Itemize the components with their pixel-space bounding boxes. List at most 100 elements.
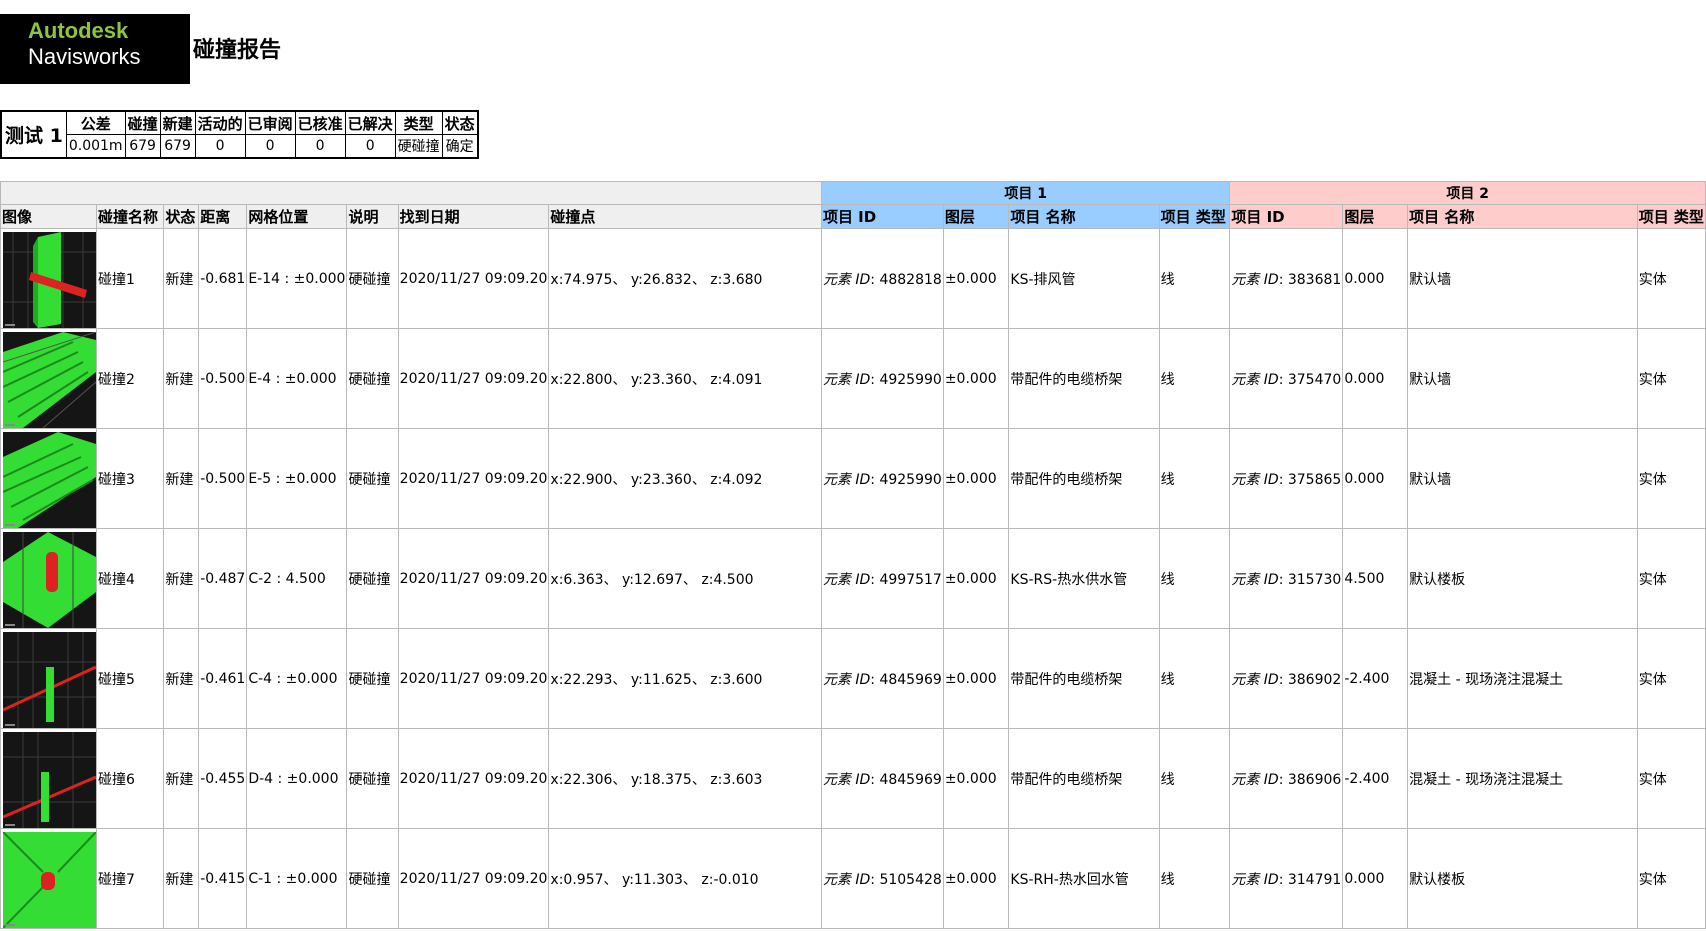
- item2-name: 默认楼板: [1407, 528, 1638, 629]
- item2-layer: 4.500: [1342, 528, 1409, 629]
- element-id-label: 元素 ID: [822, 671, 871, 688]
- item2-name: 默认墙: [1407, 228, 1638, 329]
- item2-id: 元素 ID: 375470: [1229, 328, 1344, 429]
- item1-id: 元素 ID: 4925990: [820, 428, 944, 529]
- element-id-value: : 383681: [1278, 271, 1342, 288]
- clash-grid-location: D-4 : ±0.000: [246, 728, 348, 829]
- item2-layer: 0.000: [1342, 228, 1409, 329]
- col-header-date-found: 找到日期: [397, 204, 550, 229]
- clash-distance: -0.487: [198, 528, 248, 629]
- clash-row: 碰撞2 新建 -0.500 E-4 : ±0.000 硬碰撞 2020/11/27 09:…: [0, 328, 1706, 429]
- item1-layer: ±0.000: [942, 428, 1010, 529]
- item2-name: 混凝土 - 现场浇注混凝土: [1407, 728, 1638, 829]
- item2-layer: 0.000: [1342, 828, 1409, 929]
- item1-type: 线: [1158, 328, 1231, 429]
- clash-thumbnail-image: [3, 631, 96, 728]
- item1-id: 元素 ID: 5105428: [820, 828, 944, 929]
- autodesk-navisworks-logo: Autodesk Navisworks: [0, 14, 190, 84]
- col-header-item2-name: 项目 名称: [1407, 204, 1638, 229]
- summary-value-new: 679: [159, 134, 196, 159]
- item2-type: 实体: [1636, 228, 1706, 329]
- element-id-value: : 5105428: [870, 871, 942, 888]
- item2-layer: -2.400: [1342, 728, 1409, 829]
- col-header-item2-id: 项目 ID: [1229, 204, 1344, 229]
- col-header-clash-point: 碰撞点: [548, 204, 822, 229]
- clash-image: [0, 428, 97, 529]
- clash-date-found: 2020/11/27 09:09.20: [397, 628, 550, 729]
- summary-value-active: 0: [194, 134, 246, 159]
- item2-id: 元素 ID: 383681: [1229, 228, 1344, 329]
- element-id-label: 元素 ID: [822, 371, 871, 388]
- item1-layer: ±0.000: [942, 228, 1010, 329]
- clash-thumbnail-image: [3, 731, 96, 828]
- clash-date-found: 2020/11/27 09:09.20: [397, 728, 550, 829]
- clash-point: x:22.900、 y:23.360、 z:4.092: [548, 428, 822, 529]
- item2-id: 元素 ID: 386902: [1229, 628, 1344, 729]
- item1-id: 元素 ID: 4997517: [820, 528, 944, 629]
- item2-name: 默认墙: [1407, 328, 1638, 429]
- clash-description: 硬碰撞: [346, 728, 399, 829]
- clash-row: 碰撞5 新建 -0.461 C-4 : ±0.000 硬碰撞 2020/11/27 09:…: [0, 628, 1706, 729]
- summary-header-status: 状态: [441, 110, 479, 135]
- clash-status: 新建: [163, 228, 200, 329]
- clash-description: 硬碰撞: [346, 628, 399, 729]
- col-header-grid-location: 网格位置: [246, 204, 348, 229]
- item2-type: 实体: [1636, 828, 1706, 929]
- col-header-clash-name: 碰撞名称: [95, 204, 165, 229]
- item2-name: 默认楼板: [1407, 828, 1638, 929]
- clash-distance: -0.681: [198, 228, 248, 329]
- clash-name: 碰撞7: [95, 828, 165, 929]
- element-id-value: : 314791: [1278, 871, 1342, 888]
- element-id-value: : 315730: [1278, 571, 1342, 588]
- element-id-label: 元素 ID: [822, 271, 871, 288]
- summary-value-resolved: 0: [344, 134, 396, 159]
- item1-type: 线: [1158, 728, 1231, 829]
- summary-header-new: 新建: [159, 110, 196, 135]
- clash-grid-location: C-1 : ±0.000: [246, 828, 348, 929]
- item1-layer: ±0.000: [942, 728, 1010, 829]
- clash-point: x:22.800、 y:23.360、 z:4.091: [548, 328, 822, 429]
- summary-header-active: 活动的: [194, 110, 246, 135]
- item1-layer: ±0.000: [942, 828, 1010, 929]
- element-id-value: : 4925990: [870, 371, 942, 388]
- element-id-label: 元素 ID: [822, 471, 871, 488]
- clash-status: 新建: [163, 728, 200, 829]
- group-header-item1: 项目 1: [820, 181, 1231, 205]
- clash-row: 碰撞1 新建 -0.681 E-14 : ±0.000 硬碰撞 2020/11/27 09…: [0, 228, 1706, 329]
- item2-name: 混凝土 - 现场浇注混凝土: [1407, 628, 1638, 729]
- element-id-label: 元素 ID: [1231, 471, 1279, 488]
- item1-id: 元素 ID: 4882818: [820, 228, 944, 329]
- summary-header-clashes: 碰撞: [124, 110, 161, 135]
- clash-distance: -0.500: [198, 328, 248, 429]
- clash-date-found: 2020/11/27 09:09.20: [397, 428, 550, 529]
- item1-name: KS-RH-热水回水管: [1008, 828, 1160, 929]
- clash-image: [0, 828, 97, 929]
- clash-distance: -0.500: [198, 428, 248, 529]
- item2-type: 实体: [1636, 328, 1706, 429]
- clash-image: [0, 228, 97, 329]
- item2-id: 元素 ID: 314791: [1229, 828, 1344, 929]
- clash-name: 碰撞2: [95, 328, 165, 429]
- clash-description: 硬碰撞: [346, 828, 399, 929]
- item2-layer: 0.000: [1342, 328, 1409, 429]
- clash-point: x:6.363、 y:12.697、 z:4.500: [548, 528, 822, 629]
- clash-row: 碰撞4 新建 -0.487 C-2 : 4.500 硬碰撞 2020/11/27 09:0…: [0, 528, 1706, 629]
- clash-results-table: 项目 1 项目 2 图像 碰撞名称 状态 距离 网格位置 说明 找到日期 碰撞点…: [0, 181, 1706, 929]
- summary-value-reviewed: 0: [244, 134, 296, 159]
- item1-id: 元素 ID: 4925990: [820, 328, 944, 429]
- item1-name: KS-RS-热水供水管: [1008, 528, 1160, 629]
- clash-thumbnail-image: [3, 531, 96, 628]
- element-id-label: 元素 ID: [1231, 671, 1279, 688]
- col-header-item1-name: 项目 名称: [1008, 204, 1160, 229]
- item1-name: 带配件的电缆桥架: [1008, 428, 1160, 529]
- clash-row: 碰撞6 新建 -0.455 D-4 : ±0.000 硬碰撞 2020/11/27 09:…: [0, 728, 1706, 829]
- clash-date-found: 2020/11/27 09:09.20: [397, 528, 550, 629]
- summary-value-clashes: 679: [124, 134, 161, 159]
- clash-distance: -0.415: [198, 828, 248, 929]
- col-header-item1-layer: 图层: [942, 204, 1010, 229]
- summary-header-type: 类型: [394, 110, 443, 135]
- col-header-item1-id: 项目 ID: [820, 204, 944, 229]
- col-header-image: 图像: [0, 204, 97, 229]
- item1-type: 线: [1158, 528, 1231, 629]
- clash-row: 碰撞7 新建 -0.415 C-1 : ±0.000 硬碰撞 2020/11/27 09:…: [0, 828, 1706, 929]
